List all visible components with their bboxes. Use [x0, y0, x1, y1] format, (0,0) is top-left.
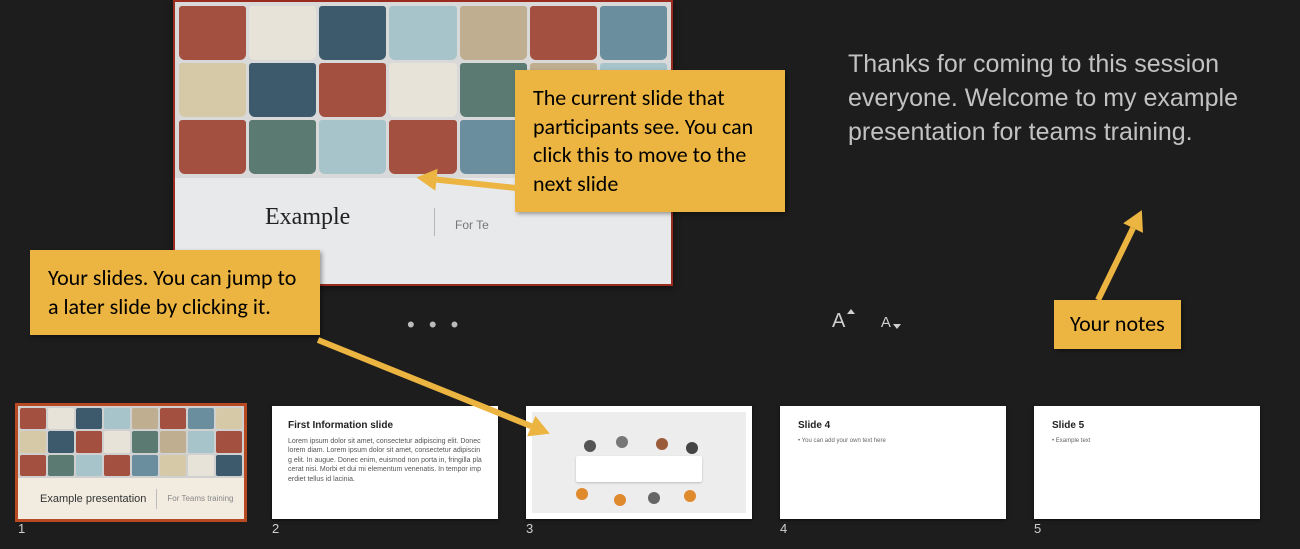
thumbnail-4-wrap: Slide 4 • You can add your own text here… — [780, 406, 1006, 536]
thumbnail-5-body: • Example text — [1052, 437, 1242, 445]
more-options-button[interactable]: • • • — [407, 312, 462, 338]
thumbnail-1-subtitle: For Teams training — [167, 494, 233, 503]
increase-font-button[interactable]: A — [832, 310, 845, 333]
notes-font-size-controls: A A — [832, 310, 903, 333]
thumbnail-3-number: 3 — [526, 521, 752, 536]
thumbnail-5-title: Slide 5 — [1052, 420, 1242, 431]
thumbnail-2-number: 2 — [272, 521, 498, 536]
thumbnail-1-wrap: Example presentation For Teams training … — [18, 406, 244, 536]
thumbnail-2-body: Lorem ipsum dolor sit amet, consectetur … — [288, 437, 482, 484]
presenter-notes: Thanks for coming to this session everyo… — [848, 48, 1268, 149]
thumbnail-1-title: Example presentation — [40, 493, 146, 505]
thumbnail-5-wrap: Slide 5 • Example text 5 — [1034, 406, 1260, 536]
thumbnail-4-number: 4 — [780, 521, 1006, 536]
current-slide-divider — [434, 208, 435, 236]
thumbnail-4-title: Slide 4 — [798, 420, 988, 431]
current-slide-subtitle: For Te — [455, 218, 489, 232]
thumbnail-2-wrap: First Information slide Lorem ipsum dolo… — [272, 406, 498, 536]
thumbnail-2[interactable]: First Information slide Lorem ipsum dolo… — [272, 406, 498, 519]
slide-thumbnail-strip: Example presentation For Teams training … — [18, 406, 1282, 536]
thumbnail-4[interactable]: Slide 4 • You can add your own text here — [780, 406, 1006, 519]
decrease-font-button[interactable]: A — [881, 314, 891, 331]
thumbnail-1-number: 1 — [18, 521, 244, 536]
current-slide-title: Example — [265, 204, 350, 231]
annotation-notes: Your notes — [1054, 300, 1181, 349]
thumbnail-3[interactable] — [526, 406, 752, 519]
annotation-current-slide: The current slide that participants see.… — [515, 70, 785, 212]
thumbnail-4-body: • You can add your own text here — [798, 437, 988, 445]
thumbnail-5-number: 5 — [1034, 521, 1260, 536]
thumbnail-5[interactable]: Slide 5 • Example text — [1034, 406, 1260, 519]
thumbnail-2-title: First Information slide — [288, 420, 482, 431]
annotation-thumbnails: Your slides. You can jump to a later sli… — [30, 250, 320, 335]
thumbnail-1[interactable]: Example presentation For Teams training — [18, 406, 244, 519]
thumbnail-3-wrap: 3 — [526, 406, 752, 536]
